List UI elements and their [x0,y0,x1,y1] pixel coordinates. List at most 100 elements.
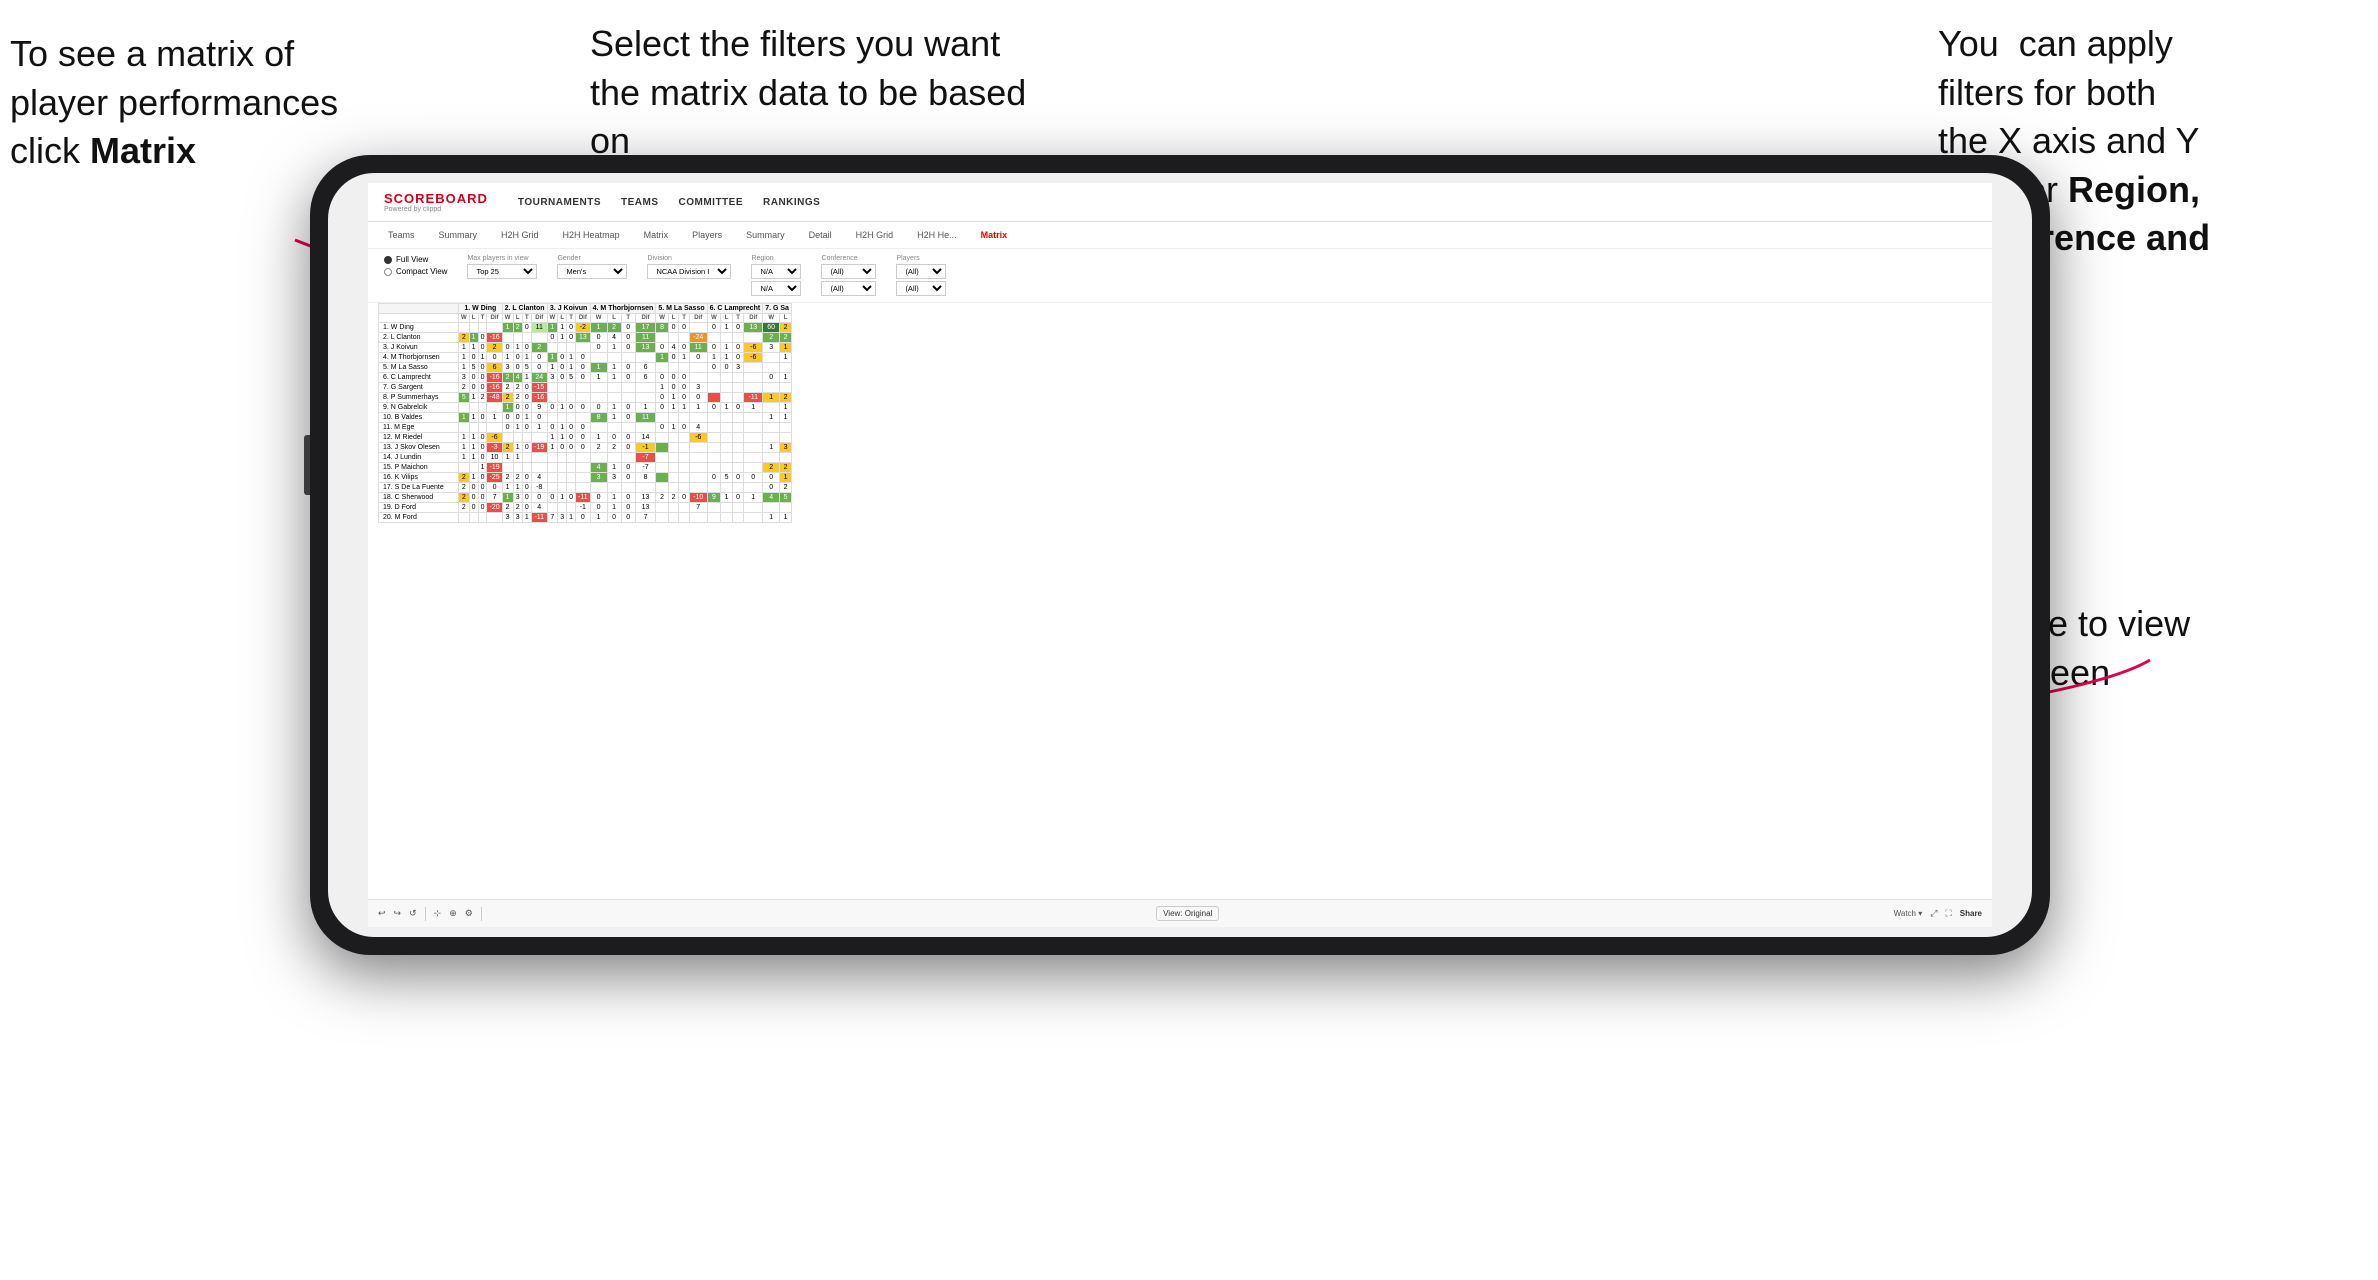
filter-bar: Full View Compact View Max players in vi… [368,249,1992,303]
logo-subtitle: Powered by clippd [384,206,488,213]
zoom-btn[interactable]: ⊕ [449,908,457,919]
sh-w4: W [590,314,607,323]
row-label-19: 19. D Ford [379,503,459,513]
subnav-h2h-grid-2[interactable]: H2H Grid [852,228,898,242]
table-row: 7. G Sargent 200-16 220-15 1003 [379,383,792,393]
players-select-1[interactable]: (All) [896,264,946,279]
subnav-summary[interactable]: Summary [435,228,482,242]
subnav-teams[interactable]: Teams [384,228,419,242]
row-label-11: 11. M Ege [379,423,459,433]
sh-l5: L [668,314,678,323]
full-view-label: Full View [396,255,428,264]
app-header: SCOREBOARD Powered by clippd TOURNAMENTS… [368,183,1992,222]
conference-label: Conference [821,255,876,262]
conference-select-2[interactable]: (All) [821,281,876,296]
subnav-detail[interactable]: Detail [805,228,836,242]
table-row: 11. M Ege 0101 0100 0104 [379,423,792,433]
view-compact[interactable]: Compact View [384,267,447,276]
sh-w6: W [707,314,721,323]
tablet-screen: SCOREBOARD Powered by clippd TOURNAMENTS… [368,183,1992,927]
radio-compact-view [384,268,392,276]
nav-rankings[interactable]: RANKINGS [763,197,820,208]
table-row: 10. B Valdes 1101 0010 81011 11 [379,413,792,423]
sh-t6: T [732,314,743,323]
subnav-players-summary[interactable]: Summary [742,228,789,242]
watch-btn[interactable]: Watch ▾ [1894,909,1923,918]
filter-max-players: Max players in view Top 25 [467,255,537,279]
table-row: 3. J Koivun 1102 0102 01013 04011 010-6 … [379,343,792,353]
row-label-18: 18. C Sherwood [379,493,459,503]
row-label-9: 9. N Gabrelcik [379,403,459,413]
sh-l1: L [469,314,478,323]
conference-select-1[interactable]: (All) [821,264,876,279]
cursor-btn[interactable]: ⊹ [434,908,442,919]
nav-tournaments[interactable]: TOURNAMENTS [518,197,601,208]
row-label-20: 20. M Ford [379,513,459,523]
subnav-h2h-grid[interactable]: H2H Grid [497,228,543,242]
reload-btn[interactable]: ↺ [409,908,417,919]
share-btn[interactable]: Share [1960,909,1982,918]
subnav-h2h-heatmap[interactable]: H2H Heatmap [559,228,624,242]
region-select-1[interactable]: N/A [751,264,801,279]
filter-conference: Conference (All) (All) [821,255,876,296]
table-row: 8. P Summerhays 512-48 220-16 0100 -11 1… [379,393,792,403]
scoreboard-logo: SCOREBOARD Powered by clippd [384,191,488,213]
expand-btn[interactable]: ⤢ [1930,908,1937,919]
sh-d5: Dif [689,314,707,323]
filter-division: Division NCAA Division I [647,255,731,279]
subnav-matrix-active[interactable]: Matrix [977,228,1012,242]
sh-t3: T [567,314,576,323]
sh-d1: Dif [487,314,502,323]
row-label-3: 3. J Koivun [379,343,459,353]
matrix-table: 1. W Ding 2. L Clanton 3. J Koivun 4. M … [378,303,792,523]
sh-l4: L [607,314,621,323]
row-label-16: 16. K Vilips [379,473,459,483]
players-select-2[interactable]: (All) [896,281,946,296]
subnav-matrix[interactable]: Matrix [640,228,673,242]
row-label-12: 12. M Riedel [379,433,459,443]
sh-d3: Dif [576,314,591,323]
max-players-select[interactable]: Top 25 [467,264,537,279]
bottom-toolbar: ↩ ↪ ↺ ⊹ ⊕ ⚙ View: Original Watch ▾ ⤢ ⛶ S… [368,899,1992,927]
annotation-topcenter: Select the filters you want the matrix d… [590,20,1050,166]
row-label-6: 6. C Lamprecht [379,373,459,383]
table-row: 13. J Skov Olesen 110-3 210-19 1000 220-… [379,443,792,453]
nav-teams[interactable]: TEAMS [621,197,659,208]
division-select[interactable]: NCAA Division I [647,264,731,279]
col-header-7: 7. G Sa [763,304,792,314]
table-row: 15. P Maichon 1-19 410-7 22 [379,463,792,473]
col-header-4: 4. M Thorbjornsen [590,304,656,314]
col-header-6: 6. C Lamprecht [707,304,763,314]
undo-btn[interactable]: ↩ [378,908,386,919]
table-row: 5. M La Sasso 1506 3050 1010 1106 003 [379,363,792,373]
nav-committee[interactable]: COMMITTEE [679,197,744,208]
redo-btn[interactable]: ↪ [394,908,402,919]
table-row: 16. K Vilips 210-25 2204 3308 0500 01 [379,473,792,483]
sh-l7: L [780,314,792,323]
sub-header-empty [379,314,459,323]
sh-d2: Dif [531,314,547,323]
settings-btn[interactable]: ⚙ [465,908,473,919]
fullscreen-btn[interactable]: ⛶ [1945,908,1951,919]
region-select-2[interactable]: N/A [751,281,801,296]
view-full[interactable]: Full View [384,255,447,264]
sh-d6: Dif [744,314,763,323]
matrix-container: 1. W Ding 2. L Clanton 3. J Koivun 4. M … [368,303,1992,523]
logo-text: SCOREBOARD [384,191,488,206]
sh-w5: W [656,314,669,323]
toolbar-center: View: Original [490,906,1886,921]
toolbar-right: Watch ▾ ⤢ ⛶ Share [1894,908,1982,919]
filter-gender: Gender Men's [557,255,627,279]
radio-full-view [384,256,392,264]
compact-view-label: Compact View [396,267,447,276]
col-header-empty [379,304,459,314]
subnav-h2h-he[interactable]: H2H He... [913,228,961,242]
view-original-btn[interactable]: View: Original [1156,906,1219,921]
row-label-10: 10. B Valdes [379,413,459,423]
sh-t5: T [679,314,689,323]
subnav-players[interactable]: Players [688,228,726,242]
row-label-15: 15. P Maichon [379,463,459,473]
gender-select[interactable]: Men's [557,264,627,279]
table-row: 2. L Clanton 210-16 01013 04011 -24 22 [379,333,792,343]
table-row: 1. W Ding 12011 110-2 12017 800 01013 60… [379,323,792,333]
